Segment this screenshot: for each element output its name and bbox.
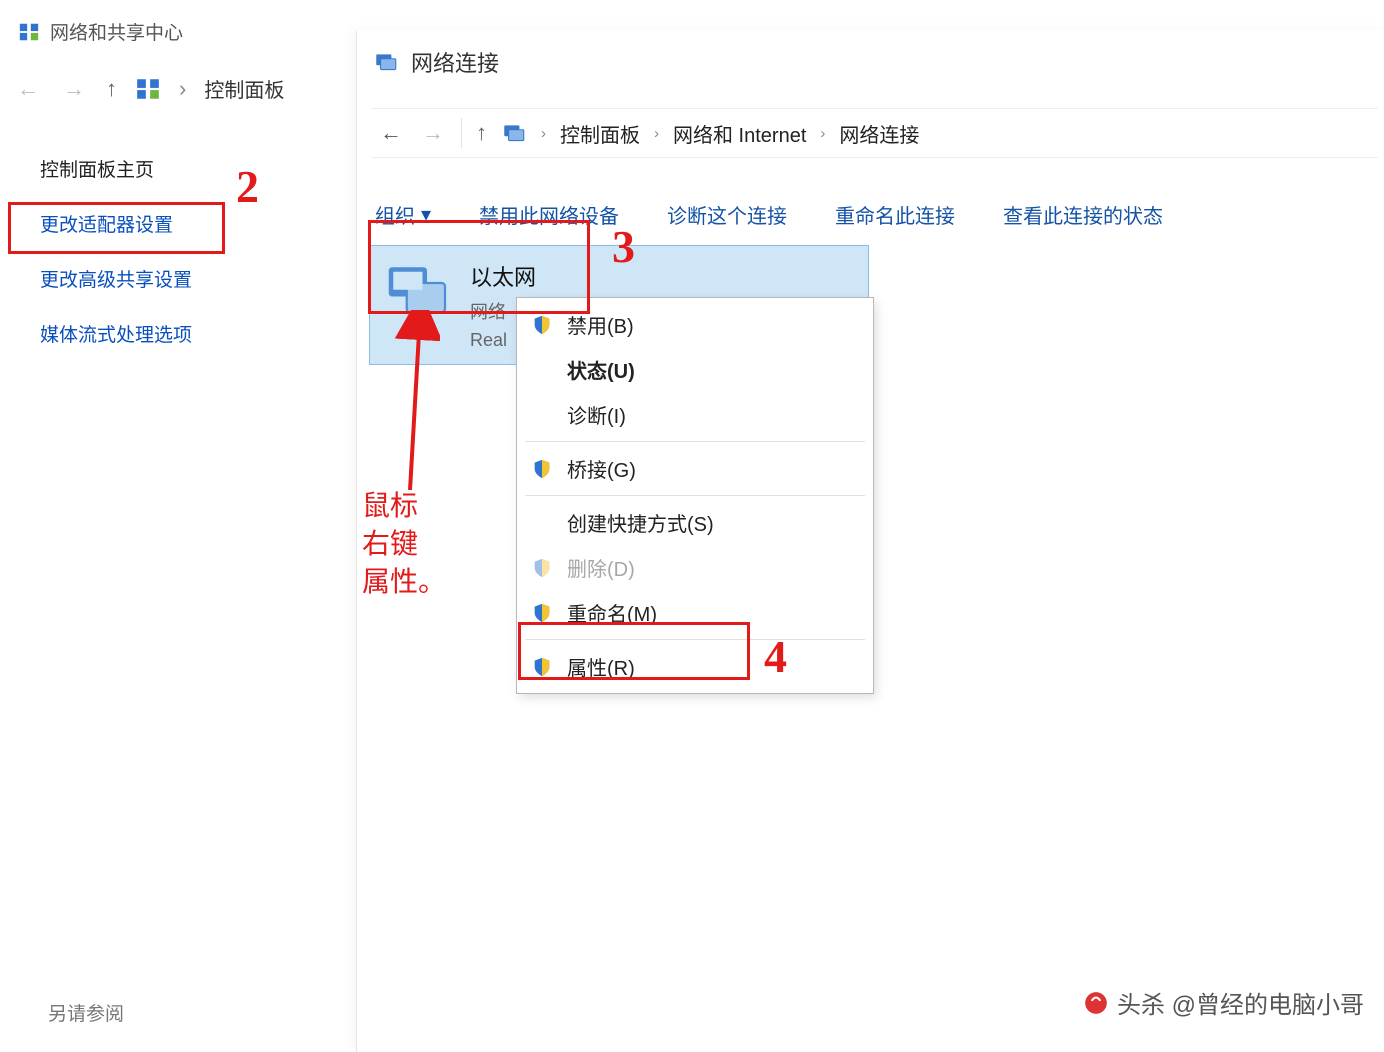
breadcrumb-cp[interactable]: 控制面板 xyxy=(560,119,640,148)
connection-name: 以太网 xyxy=(470,260,536,292)
fg-window-title: 网络连接 xyxy=(373,46,499,78)
ctx-divider xyxy=(525,441,865,442)
bc-sep-2: › xyxy=(654,125,659,142)
network-center-icon xyxy=(18,21,40,43)
fg-nav-bar: ← → ↑ › 控制面板 › 网络和 Internet › 网络连接 xyxy=(371,108,1378,158)
ctx-disable-label: 禁用(B) xyxy=(567,310,634,339)
ctx-divider xyxy=(525,495,865,496)
fg-back-button[interactable]: ← xyxy=(377,120,405,146)
ctx-shortcut-label: 创建快捷方式(S) xyxy=(567,508,714,537)
toolbar-rename[interactable]: 重命名此连接 xyxy=(835,200,955,229)
bg-title-text: 网络和共享中心 xyxy=(50,18,183,45)
shield-icon xyxy=(531,458,553,480)
bc-sep-1: › xyxy=(541,125,546,142)
back-button[interactable]: ← xyxy=(14,76,42,102)
breadcrumb-icon xyxy=(135,76,161,102)
shield-icon xyxy=(531,314,553,336)
breadcrumb-sep: › xyxy=(179,76,186,102)
shield-icon xyxy=(531,557,553,579)
bg-sidebar: 控制面板主页 更改适配器设置 更改高级共享设置 媒体流式处理选项 xyxy=(40,155,192,347)
up-button[interactable]: ↑ xyxy=(106,76,117,102)
ctx-rename[interactable]: 重命名(M) xyxy=(517,590,873,635)
shield-icon xyxy=(531,602,553,624)
ethernet-icon xyxy=(382,256,454,328)
ctx-diagnose-label: 诊断(I) xyxy=(567,400,626,429)
ctx-properties-label: 属性(R) xyxy=(567,652,635,681)
ctx-bridge-label: 桥接(G) xyxy=(567,454,636,483)
ctx-rename-label: 重命名(M) xyxy=(567,598,657,627)
breadcrumb-control-panel[interactable]: 控制面板 xyxy=(204,74,284,103)
sidebar-media-streaming[interactable]: 媒体流式处理选项 xyxy=(40,320,192,347)
fg-title-text: 网络连接 xyxy=(411,46,499,78)
fg-up-button[interactable]: ↑ xyxy=(476,120,487,146)
fg-forward-button[interactable]: → xyxy=(419,120,447,146)
shield-icon xyxy=(531,656,553,678)
toolbar-organize[interactable]: 组织 ▾ xyxy=(375,200,431,229)
network-sharing-center-window: 网络和共享中心 ← → ↑ › 控制面板 控制面板主页 更改适配器设置 更改高级… xyxy=(0,0,360,1048)
ctx-bridge[interactable]: 桥接(G) xyxy=(517,446,873,491)
ctx-status[interactable]: 状态(U) xyxy=(517,347,873,392)
ctx-properties[interactable]: 属性(R) xyxy=(517,644,873,689)
ctx-delete-label: 删除(D) xyxy=(567,553,635,582)
sidebar-home[interactable]: 控制面板主页 xyxy=(40,155,192,182)
context-menu: 禁用(B) 状态(U) 诊断(I) 桥接(G) 创建快捷方式(S) 删除(D) … xyxy=(516,297,874,694)
toolbar-diagnose[interactable]: 诊断这个连接 xyxy=(667,200,787,229)
sidebar-advanced-sharing[interactable]: 更改高级共享设置 xyxy=(40,265,192,292)
forward-button[interactable]: → xyxy=(60,76,88,102)
ctx-divider xyxy=(525,639,865,640)
bc-sep-3: › xyxy=(820,125,825,142)
sidebar-adapter-settings[interactable]: 更改适配器设置 xyxy=(40,210,192,237)
breadcrumb-network-internet[interactable]: 网络和 Internet xyxy=(673,119,806,148)
nav-divider xyxy=(461,118,462,148)
toolbar-view-status[interactable]: 查看此连接的状态 xyxy=(1003,200,1163,229)
network-connections-icon xyxy=(373,49,399,75)
bg-nav-bar: ← → ↑ › 控制面板 xyxy=(14,74,284,103)
chevron-down-icon: ▾ xyxy=(421,202,431,227)
ctx-disable[interactable]: 禁用(B) xyxy=(517,302,873,347)
organize-label: 组织 xyxy=(375,200,415,229)
fg-toolbar: 组织 ▾ 禁用此网络设备 诊断这个连接 重命名此连接 查看此连接的状态 xyxy=(375,190,1384,238)
toolbar-disable-device[interactable]: 禁用此网络设备 xyxy=(479,200,619,229)
also-see-label: 另请参阅 xyxy=(48,999,124,1026)
breadcrumb-network-connections[interactable]: 网络连接 xyxy=(839,119,919,148)
ctx-shortcut[interactable]: 创建快捷方式(S) xyxy=(517,500,873,545)
ctx-diagnose[interactable]: 诊断(I) xyxy=(517,392,873,437)
ctx-delete[interactable]: 删除(D) xyxy=(517,545,873,590)
ctx-status-label: 状态(U) xyxy=(567,355,635,384)
bg-window-title: 网络和共享中心 xyxy=(18,18,183,45)
fg-breadcrumb-icon xyxy=(501,120,527,146)
